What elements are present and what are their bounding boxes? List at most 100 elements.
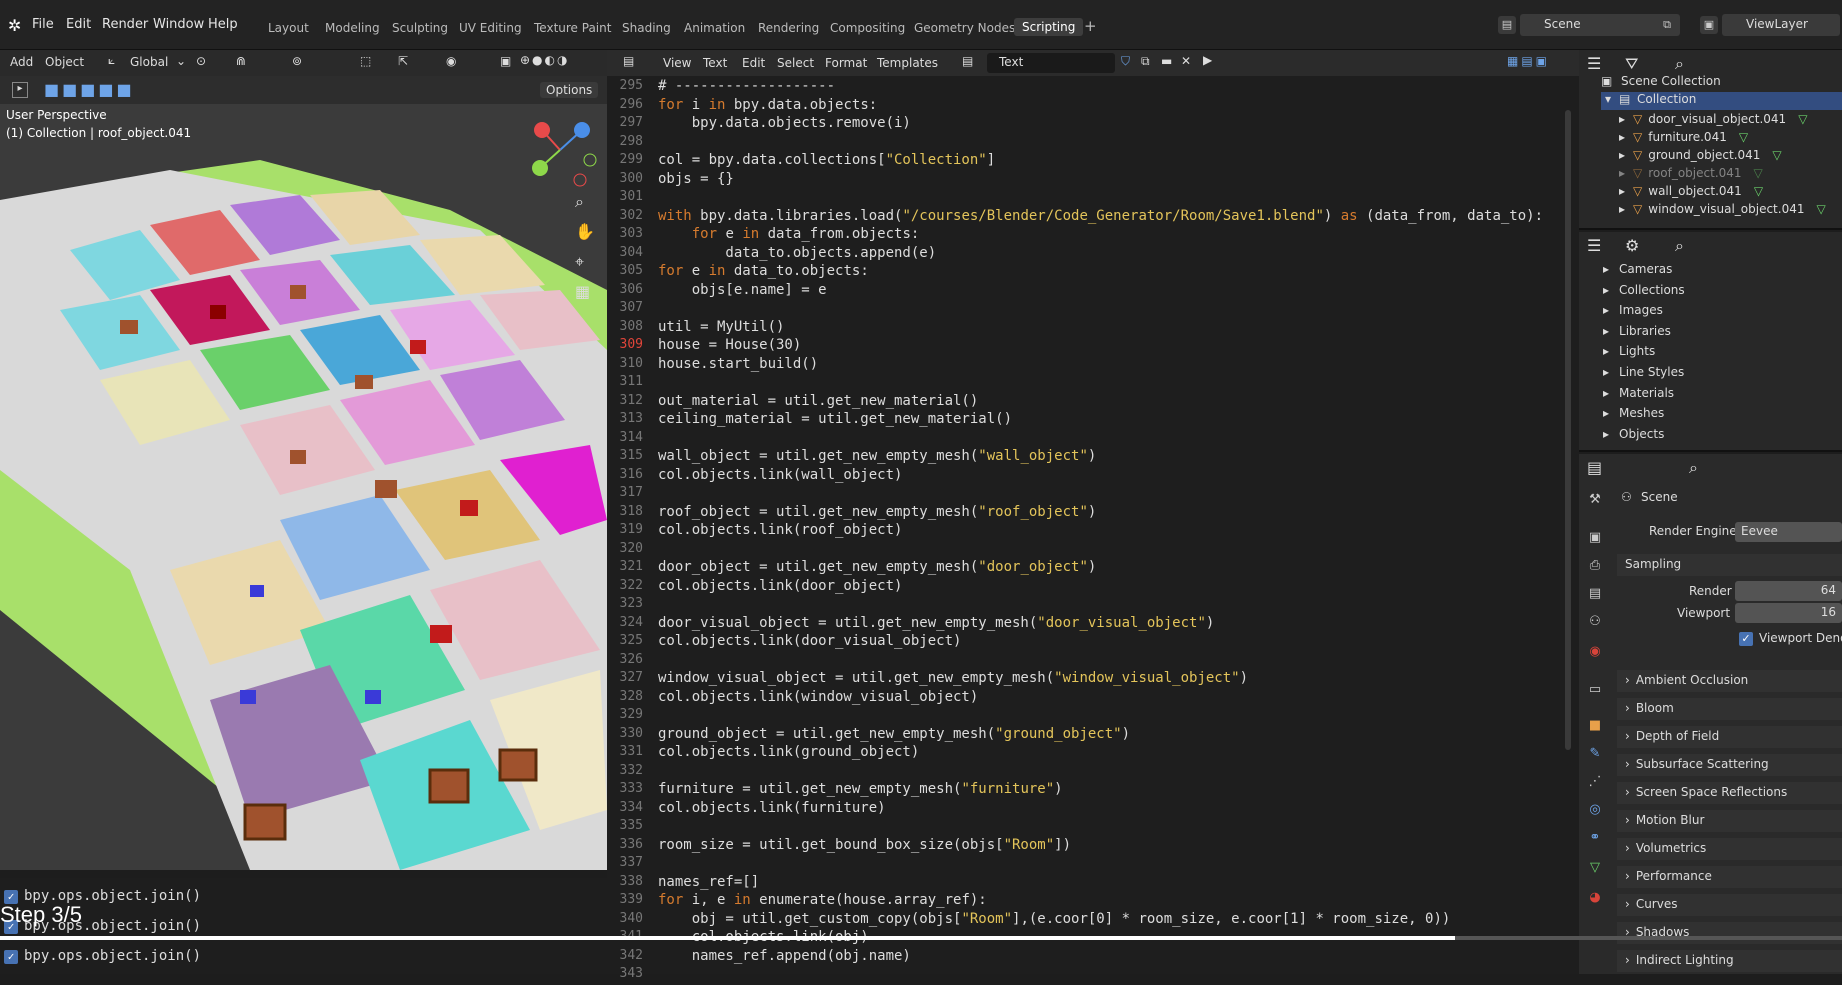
tab-rendering[interactable]: Rendering: [758, 21, 819, 35]
outliner-item[interactable]: ▸ ▽ window_visual_object.041 ▽: [1619, 202, 1826, 216]
transform-orientation-icon[interactable]: ⟀: [108, 53, 115, 68]
datablock-item[interactable]: ▸ Images: [1603, 303, 1663, 317]
code-area[interactable]: 295 # ------------------- 296 for i in bpy.…: [607, 76, 1579, 981]
scene-browse-icon[interactable]: ▤: [1498, 16, 1516, 34]
property-panel-header[interactable]: › Ambient Occlusion: [1617, 670, 1842, 692]
run-script-icon[interactable]: ▶: [1203, 53, 1212, 67]
shading-modes-icon[interactable]: ⊕●◐◑: [520, 53, 569, 67]
property-panel-header[interactable]: › Bloom: [1617, 698, 1842, 720]
expand-icon[interactable]: ▸: [1619, 130, 1625, 144]
expand-icon[interactable]: ▸: [1619, 166, 1625, 180]
progress-bar[interactable]: [0, 936, 1842, 940]
outliner-item[interactable]: ▸ ▽ roof_object.041 ▽: [1619, 166, 1763, 180]
output-tab-icon[interactable]: ⎙: [1586, 558, 1604, 576]
chevron-down-icon[interactable]: ▾: [1605, 92, 1611, 106]
menu-file[interactable]: File: [32, 17, 54, 32]
tab-layout[interactable]: Layout: [268, 21, 309, 35]
world-tab-icon[interactable]: ◉: [1586, 644, 1604, 662]
search-icon[interactable]: ⌕: [1675, 236, 1684, 256]
scene-tab-icon[interactable]: ⚇: [1586, 614, 1604, 632]
property-panel-header[interactable]: › Subsurface Scattering: [1617, 754, 1842, 776]
tab-scripting[interactable]: Scripting: [1014, 18, 1084, 36]
ortho-grid-icon[interactable]: ▦: [575, 282, 590, 301]
blender-logo-icon[interactable]: ✲: [8, 16, 26, 35]
expand-icon[interactable]: ▸: [1603, 324, 1609, 338]
viewport-samples-field[interactable]: 16: [1735, 603, 1842, 623]
tool-tab-icon[interactable]: ⚒: [1586, 492, 1604, 510]
proportional-edit-icon[interactable]: ⊚: [292, 54, 302, 68]
property-panel-header[interactable]: › Screen Space Reflections: [1617, 782, 1842, 804]
expand-icon[interactable]: ▸: [1603, 386, 1609, 400]
pan-hand-icon[interactable]: ✋: [575, 222, 595, 241]
text-name-field[interactable]: Text: [987, 53, 1115, 73]
scene-render[interactable]: [0, 50, 607, 870]
property-panel-header[interactable]: › Depth of Field: [1617, 726, 1842, 748]
menu-help[interactable]: Help: [208, 17, 238, 32]
cursor-tool-icon[interactable]: ⇱: [398, 54, 408, 68]
select-box-icon[interactable]: ⬚: [360, 54, 371, 68]
property-panel-header[interactable]: › Performance: [1617, 866, 1842, 888]
scene-collection-label[interactable]: Scene Collection: [1621, 74, 1721, 88]
physics-tab-icon[interactable]: ◎: [1586, 802, 1604, 820]
datablock-item[interactable]: ▸ Objects: [1603, 427, 1664, 441]
datablock-item[interactable]: ▸ Materials: [1603, 386, 1674, 400]
display-toggle-icons[interactable]: ▦▤▣: [1507, 54, 1550, 68]
property-panel-header[interactable]: › Indirect Lighting: [1617, 950, 1842, 972]
display-mode-icon[interactable]: ☰: [1587, 236, 1601, 255]
property-panel-header[interactable]: › Shadows: [1617, 922, 1842, 944]
view-layer-tab-icon[interactable]: ▤: [1586, 586, 1604, 604]
tab-geometry-nodes[interactable]: Geometry Nodes: [914, 21, 1015, 35]
editor-menu-text[interactable]: Text: [703, 56, 727, 70]
blender-file-panel[interactable]: ☰ ⚙ ⌕ ▸ Cameras ▸ Collections ▸ Images ▸ Librar…: [1579, 232, 1842, 452]
toolbar-toggle-icon[interactable]: ▸: [12, 82, 28, 98]
menu-render[interactable]: Render: [102, 17, 148, 32]
property-panel-header[interactable]: › Motion Blur: [1617, 810, 1842, 832]
expand-icon[interactable]: ▸: [1619, 112, 1625, 126]
pivot-icon[interactable]: ⊙: [196, 54, 206, 68]
expand-icon[interactable]: ▸: [1619, 202, 1625, 216]
render-tab-icon[interactable]: ▣: [1586, 530, 1604, 548]
datablock-item[interactable]: ▸ Lights: [1603, 344, 1655, 358]
orientation-dropdown[interactable]: Global: [130, 55, 168, 69]
expand-icon[interactable]: ▸: [1603, 427, 1609, 441]
menu-window[interactable]: Window: [153, 17, 204, 32]
properties-editor[interactable]: ▤ ⌕ ⚇ Scene Render Engine Eevee Sampling…: [1579, 454, 1842, 974]
search-icon[interactable]: ⌕: [1689, 458, 1698, 478]
viewport-denoise-checkbox[interactable]: ✓Viewport Denoisin: [1739, 631, 1842, 646]
display-mode-icon[interactable]: ☰: [1587, 54, 1601, 73]
filter-icon[interactable]: ⛛: [1625, 54, 1638, 74]
3d-viewport[interactable]: Add Object ⟀ Global ⌄ ⊙ ⋒ ⊚ ⬚ ⇱ ◉ ▣ ⊕●◐◑…: [0, 50, 607, 870]
outliner-item[interactable]: ▸ ▽ wall_object.041 ▽: [1619, 184, 1763, 198]
sampling-panel-header[interactable]: Sampling: [1617, 554, 1842, 576]
view-layer-selector[interactable]: ViewLayer: [1722, 14, 1840, 36]
datablock-item[interactable]: ▸ Line Styles: [1603, 365, 1684, 379]
snap-icon[interactable]: ⋒: [236, 54, 246, 68]
tab-modeling[interactable]: Modeling: [325, 21, 380, 35]
tab-sculpting[interactable]: Sculpting: [392, 21, 448, 35]
datablock-item[interactable]: ▸ Meshes: [1603, 406, 1664, 420]
editor-menu-format[interactable]: Format: [825, 56, 867, 70]
fake-user-icon[interactable]: ⛉: [1121, 54, 1130, 69]
constraints-tab-icon[interactable]: ⚭: [1586, 830, 1604, 848]
expand-icon[interactable]: ▸: [1619, 148, 1625, 162]
outliner-item[interactable]: ▸ ▽ furniture.041 ▽: [1619, 130, 1748, 144]
datablock-item[interactable]: ▸ Libraries: [1603, 324, 1671, 338]
render-samples-field[interactable]: 64: [1735, 581, 1842, 601]
chevron-down-icon[interactable]: ⌄: [176, 54, 186, 68]
text-browse-icon[interactable]: ▤: [962, 54, 973, 68]
editor-type-icon[interactable]: ▤: [1587, 458, 1602, 477]
scene-selector[interactable]: Scene: [1520, 14, 1680, 36]
render-engine-dropdown[interactable]: Eevee: [1735, 522, 1842, 542]
tab-compositing[interactable]: Compositing: [830, 21, 905, 35]
datablock-item[interactable]: ▸ Collections: [1603, 283, 1685, 297]
expand-icon[interactable]: ▸: [1603, 283, 1609, 297]
editor-scrollbar[interactable]: [1565, 110, 1571, 750]
viewport-menu-object[interactable]: Object: [45, 55, 84, 69]
data-tab-icon[interactable]: ▽: [1586, 860, 1604, 878]
collection-label[interactable]: Collection: [1637, 92, 1696, 106]
tab-shading[interactable]: Shading: [622, 21, 671, 35]
overlay-icon[interactable]: ◉: [446, 54, 456, 68]
particles-tab-icon[interactable]: ⋰: [1586, 774, 1604, 792]
navigation-gizmo[interactable]: [520, 110, 600, 190]
open-folder-icon[interactable]: ▬: [1161, 54, 1172, 68]
